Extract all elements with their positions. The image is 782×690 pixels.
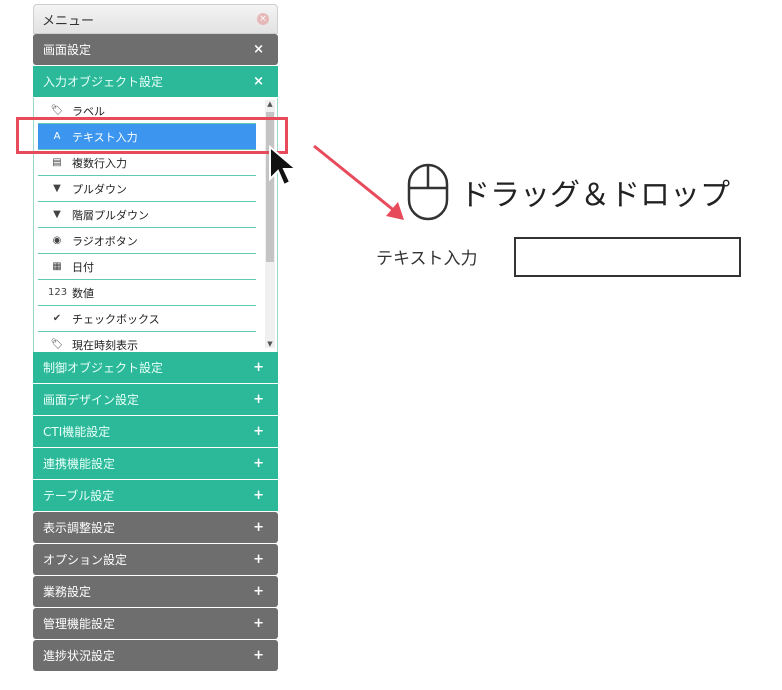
section-integration[interactable]: 連携機能設定 + <box>33 448 278 479</box>
section-screen-design[interactable]: 画面デザイン設定 + <box>33 384 278 415</box>
tag-icon: 🏷 <box>50 339 64 350</box>
text-input-label: テキスト入力 <box>376 249 478 269</box>
textarea-icon: ▤ <box>52 157 62 168</box>
triangle-down-icon: ▼ <box>53 183 61 194</box>
list-item-text: 複数行入力 <box>72 156 127 170</box>
section-label: 進捗状況設定 <box>43 649 116 663</box>
radio-icon: ◉ <box>52 235 62 246</box>
section-label: 画面設定 <box>43 43 92 57</box>
menu-panel: メニュー × 画面設定 × 入力オブジェクト設定 × 🏷 ラベル A テキスト入… <box>33 4 278 672</box>
list-item-radio[interactable]: ◉ ラジオボタン <box>38 228 256 254</box>
expand-icon[interactable]: + <box>253 520 264 535</box>
expand-icon[interactable]: + <box>253 584 264 599</box>
section-table[interactable]: テーブル設定 + <box>33 480 278 511</box>
scroll-up-icon[interactable]: ▲ <box>265 100 275 108</box>
list-item-number[interactable]: 123 数値 <box>38 280 256 306</box>
section-label: 画面デザイン設定 <box>43 393 140 407</box>
section-screen-settings[interactable]: 画面設定 × <box>33 34 278 65</box>
drag-drop-label: ドラッグ＆ドロップ <box>460 178 730 213</box>
list-item-text: ラジオボタン <box>72 234 138 248</box>
section-progress[interactable]: 進捗状況設定 + <box>33 640 278 671</box>
text-input-field[interactable] <box>514 237 741 277</box>
expand-icon[interactable]: + <box>253 360 264 375</box>
section-label: 表示調整設定 <box>43 521 116 535</box>
list-item-text: チェックボックス <box>72 312 160 326</box>
number-icon: 123 <box>48 287 68 298</box>
section-label: 連携機能設定 <box>43 457 116 471</box>
selection-highlight <box>16 117 288 154</box>
list-item-date[interactable]: ▦ 日付 <box>38 254 256 280</box>
list-item-text: プルダウン <box>72 182 127 196</box>
section-label: オプション設定 <box>43 553 128 567</box>
section-input-objects[interactable]: 入力オブジェクト設定 × <box>33 66 278 97</box>
section-options[interactable]: オプション設定 + <box>33 544 278 575</box>
drag-arrow-icon <box>313 144 404 220</box>
section-label: テーブル設定 <box>43 489 115 503</box>
list-item-checkbox[interactable]: ✔ チェックボックス <box>38 306 256 332</box>
section-cti[interactable]: CTI機能設定 + <box>33 416 278 447</box>
list-item-pulldown[interactable]: ▼ プルダウン <box>38 176 256 202</box>
close-icon[interactable]: × <box>257 13 269 25</box>
triangle-down-icon: ▼ <box>53 209 61 220</box>
check-icon: ✔ <box>52 313 62 324</box>
list-item-text: 日付 <box>72 260 94 274</box>
section-display-adjust[interactable]: 表示調整設定 + <box>33 512 278 543</box>
expand-icon[interactable]: + <box>253 552 264 567</box>
section-control-objects[interactable]: 制御オブジェクト設定 + <box>33 352 278 383</box>
list-item-text: 数値 <box>72 286 94 300</box>
section-label: 管理機能設定 <box>43 617 116 631</box>
collapse-icon[interactable]: × <box>253 42 264 57</box>
section-label: CTI機能設定 <box>43 425 111 439</box>
scroll-down-icon[interactable]: ▼ <box>265 340 275 348</box>
list-item-current-time[interactable]: 🏷 現在時刻表示 <box>38 332 256 352</box>
expand-icon[interactable]: + <box>253 488 264 503</box>
section-business[interactable]: 業務設定 + <box>33 576 278 607</box>
calendar-icon: ▦ <box>52 261 62 272</box>
list-item-text: 現在時刻表示 <box>72 338 138 352</box>
section-label: 入力オブジェクト設定 <box>43 75 164 89</box>
menu-title: メニュー <box>42 13 95 29</box>
cursor-icon <box>269 145 299 187</box>
expand-icon[interactable]: + <box>253 648 264 663</box>
section-label: 制御オブジェクト設定 <box>43 361 164 375</box>
expand-icon[interactable]: + <box>253 392 264 407</box>
menu-header: メニュー × <box>33 4 278 34</box>
list-item-text: 階層プルダウン <box>72 208 149 222</box>
mouse-icon <box>407 163 449 221</box>
collapse-icon[interactable]: × <box>253 74 264 89</box>
expand-icon[interactable]: + <box>253 424 264 439</box>
section-admin[interactable]: 管理機能設定 + <box>33 608 278 639</box>
expand-icon[interactable]: + <box>253 456 264 471</box>
expand-icon[interactable]: + <box>253 616 264 631</box>
tag-icon: 🏷 <box>50 105 64 116</box>
list-item-hierarchical-pulldown[interactable]: ▼ 階層プルダウン <box>38 202 256 228</box>
section-label: 業務設定 <box>43 585 92 599</box>
